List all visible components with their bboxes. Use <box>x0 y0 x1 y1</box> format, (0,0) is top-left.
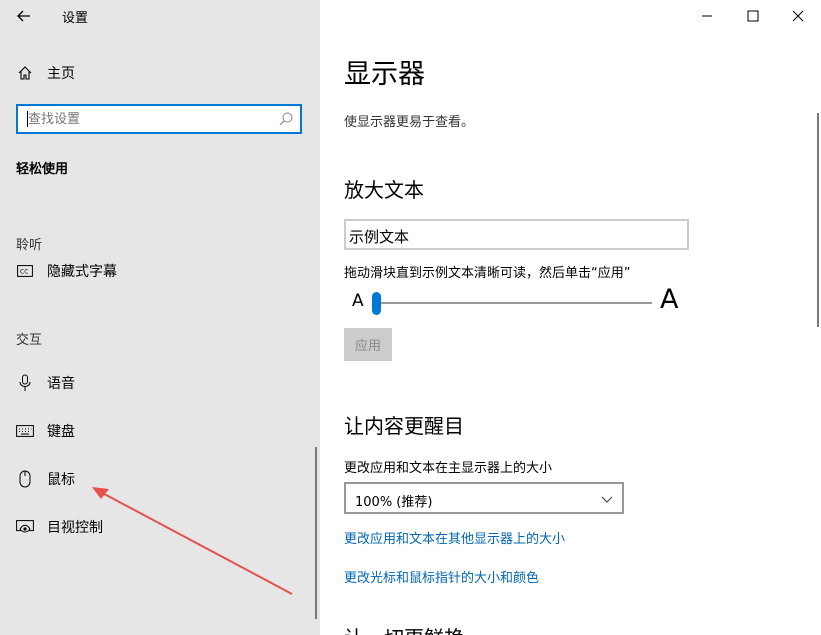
sidebar-item-home[interactable]: 主页 <box>0 55 320 91</box>
sidebar-item-eye-control[interactable]: 目视控制 <box>0 509 320 545</box>
sidebar-scrollbar[interactable] <box>315 447 317 619</box>
sidebar-item-speech[interactable]: 语音 <box>0 365 320 401</box>
sidebar-item-label: 目视控制 <box>47 520 103 536</box>
slider-max-label: A <box>660 284 679 315</box>
mouse-icon <box>16 470 34 488</box>
apply-button[interactable]: 应用 <box>344 328 392 361</box>
back-button[interactable] <box>12 4 36 28</box>
closed-captions-icon: CC <box>16 262 34 280</box>
svg-text:CC: CC <box>20 269 28 276</box>
close-icon <box>792 10 804 22</box>
text-size-slider-thumb[interactable] <box>372 292 381 315</box>
section-heading-enlarge-text: 放大文本 <box>344 178 424 202</box>
text-size-slider-track[interactable] <box>380 302 652 304</box>
minimize-button[interactable] <box>684 0 730 32</box>
sidebar: 设置 主页 轻松使用 聆听 CC 隐藏式字幕 交互 <box>0 0 320 635</box>
slider-min-label: A <box>352 291 364 311</box>
search-icon[interactable] <box>278 111 294 127</box>
text-caret <box>27 111 28 127</box>
section-heading-make-bigger: 让内容更醒目 <box>344 414 464 438</box>
page-description: 使显示器更易于查看。 <box>344 115 475 130</box>
slider-hint: 拖动滑块直到示例文本清晰可读，然后单击“应用” <box>344 266 631 281</box>
main-scrollbar[interactable] <box>817 113 819 327</box>
group-label-hearing: 聆听 <box>16 238 43 253</box>
microphone-icon <box>16 374 34 392</box>
size-dropdown-value: 100% (推荐) <box>355 495 433 510</box>
sidebar-item-mouse[interactable]: 鼠标 <box>0 461 320 497</box>
search-box[interactable] <box>16 104 302 134</box>
page-title: 显示器 <box>344 59 425 90</box>
chevron-down-icon <box>600 492 614 506</box>
close-button[interactable] <box>775 0 821 32</box>
maximize-button[interactable] <box>730 0 776 32</box>
sidebar-item-label: 键盘 <box>47 424 75 440</box>
maximize-icon <box>747 10 759 22</box>
home-icon <box>16 64 34 82</box>
sidebar-item-label: 鼠标 <box>47 472 75 488</box>
size-dropdown-label: 更改应用和文本在主显示器上的大小 <box>344 461 553 476</box>
sidebar-item-label: 主页 <box>47 66 75 82</box>
back-arrow-icon <box>17 10 30 22</box>
sidebar-item-keyboard[interactable]: 键盘 <box>0 413 320 449</box>
sidebar-item-label: 隐藏式字幕 <box>47 264 117 280</box>
eye-control-icon <box>16 518 34 536</box>
search-input[interactable] <box>18 106 278 132</box>
sidebar-item-closed-captions[interactable]: CC 隐藏式字幕 <box>0 253 320 289</box>
minimize-icon <box>702 15 712 17</box>
sample-text-box: 示例文本 <box>344 219 689 250</box>
keyboard-icon <box>16 422 34 440</box>
main-content: 显示器 使显示器更易于查看。 放大文本 示例文本 拖动滑块直到示例文本清晰可读，… <box>320 0 821 635</box>
link-other-displays-size[interactable]: 更改应用和文本在其他显示器上的大小 <box>344 528 565 547</box>
size-dropdown[interactable]: 100% (推荐) <box>344 482 624 514</box>
link-cursor-size-color[interactable]: 更改光标和鼠标指针的大小和颜色 <box>344 567 539 586</box>
app-title: 设置 <box>62 11 89 26</box>
section-heading-partial: 让一切更鲜艳 <box>344 622 464 635</box>
section-title: 轻松使用 <box>16 162 69 177</box>
sidebar-item-label: 语音 <box>47 376 75 392</box>
group-label-interaction: 交互 <box>16 333 43 348</box>
